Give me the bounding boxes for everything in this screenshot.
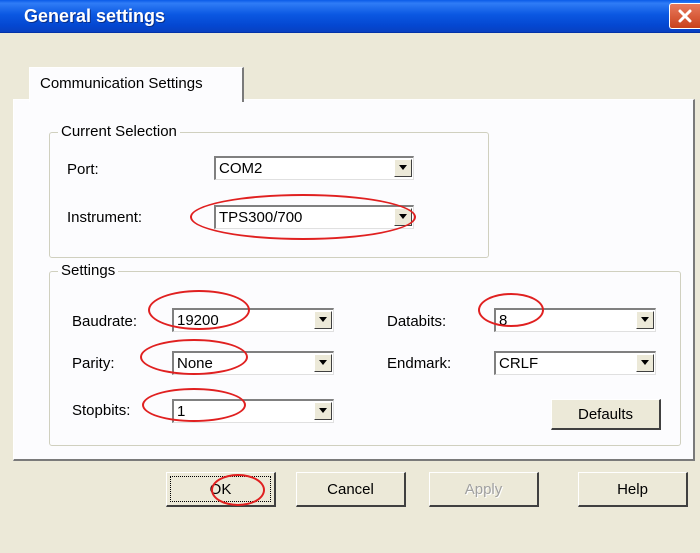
chevron-down-icon	[399, 165, 407, 170]
databits-select[interactable]: 8	[494, 308, 656, 332]
instrument-select[interactable]: TPS300/700	[214, 205, 414, 229]
apply-button[interactable]: Apply	[429, 472, 539, 507]
close-button[interactable]	[669, 3, 700, 29]
parity-select[interactable]: None	[172, 351, 334, 375]
endmark-label: Endmark:	[387, 355, 452, 372]
port-label: Port:	[67, 161, 99, 178]
stopbits-label: Stopbits:	[72, 402, 131, 419]
port-value: COM2	[219, 160, 263, 177]
endmark-dropdown-button[interactable]	[636, 354, 654, 372]
instrument-label: Instrument:	[67, 209, 143, 226]
port-select[interactable]: COM2	[214, 156, 414, 180]
parity-label: Parity:	[72, 355, 115, 372]
endmark-select[interactable]: CRLF	[494, 351, 656, 375]
defaults-label: Defaults	[577, 405, 634, 423]
parity-value: None	[177, 355, 213, 372]
help-button[interactable]: Help	[578, 472, 688, 507]
ok-button[interactable]: OK	[166, 472, 276, 507]
port-dropdown-button[interactable]	[394, 159, 412, 177]
stopbits-value: 1	[177, 403, 186, 420]
cancel-button[interactable]: Cancel	[296, 472, 406, 507]
cancel-label: Cancel	[327, 480, 374, 498]
databits-value: 8	[499, 312, 508, 329]
window-title: General settings	[24, 6, 166, 26]
stopbits-dropdown-button[interactable]	[314, 402, 332, 420]
chevron-down-icon	[641, 360, 649, 365]
chevron-down-icon	[319, 317, 327, 322]
close-icon	[678, 9, 692, 23]
defaults-button[interactable]: Defaults	[551, 399, 661, 430]
baudrate-value: 19200	[177, 312, 219, 329]
stopbits-select[interactable]: 1	[172, 399, 334, 423]
apply-label: Apply	[464, 480, 503, 498]
help-label: Help	[617, 480, 648, 498]
current-selection-group: Current Selection Port: COM2 Instrument:…	[49, 123, 489, 258]
focus-rect	[170, 476, 271, 502]
chevron-down-icon	[641, 317, 649, 322]
parity-dropdown-button[interactable]	[314, 354, 332, 372]
endmark-value: CRLF	[499, 355, 539, 372]
tab-label: Communication Settings	[40, 75, 203, 92]
instrument-value: TPS300/700	[219, 209, 303, 226]
title-bar[interactable]: General settings	[0, 0, 700, 33]
baudrate-select[interactable]: 19200	[172, 308, 334, 332]
current-selection-legend: Current Selection	[58, 123, 180, 140]
settings-group: Settings Baudrate: 19200 Parity: None St…	[49, 262, 681, 446]
chevron-down-icon	[319, 360, 327, 365]
instrument-dropdown-button[interactable]	[394, 208, 412, 226]
tab-communication-settings[interactable]: Communication Settings	[29, 67, 244, 102]
baudrate-dropdown-button[interactable]	[314, 311, 332, 329]
dialog-window: General settings Communication Settings …	[0, 0, 700, 553]
databits-dropdown-button[interactable]	[636, 311, 654, 329]
settings-legend: Settings	[58, 262, 119, 279]
tab-page-communication-settings: Current Selection Port: COM2 Instrument:…	[13, 99, 695, 461]
baudrate-label: Baudrate:	[72, 313, 138, 330]
databits-label: Databits:	[387, 313, 447, 330]
chevron-down-icon	[319, 408, 327, 413]
chevron-down-icon	[399, 214, 407, 219]
